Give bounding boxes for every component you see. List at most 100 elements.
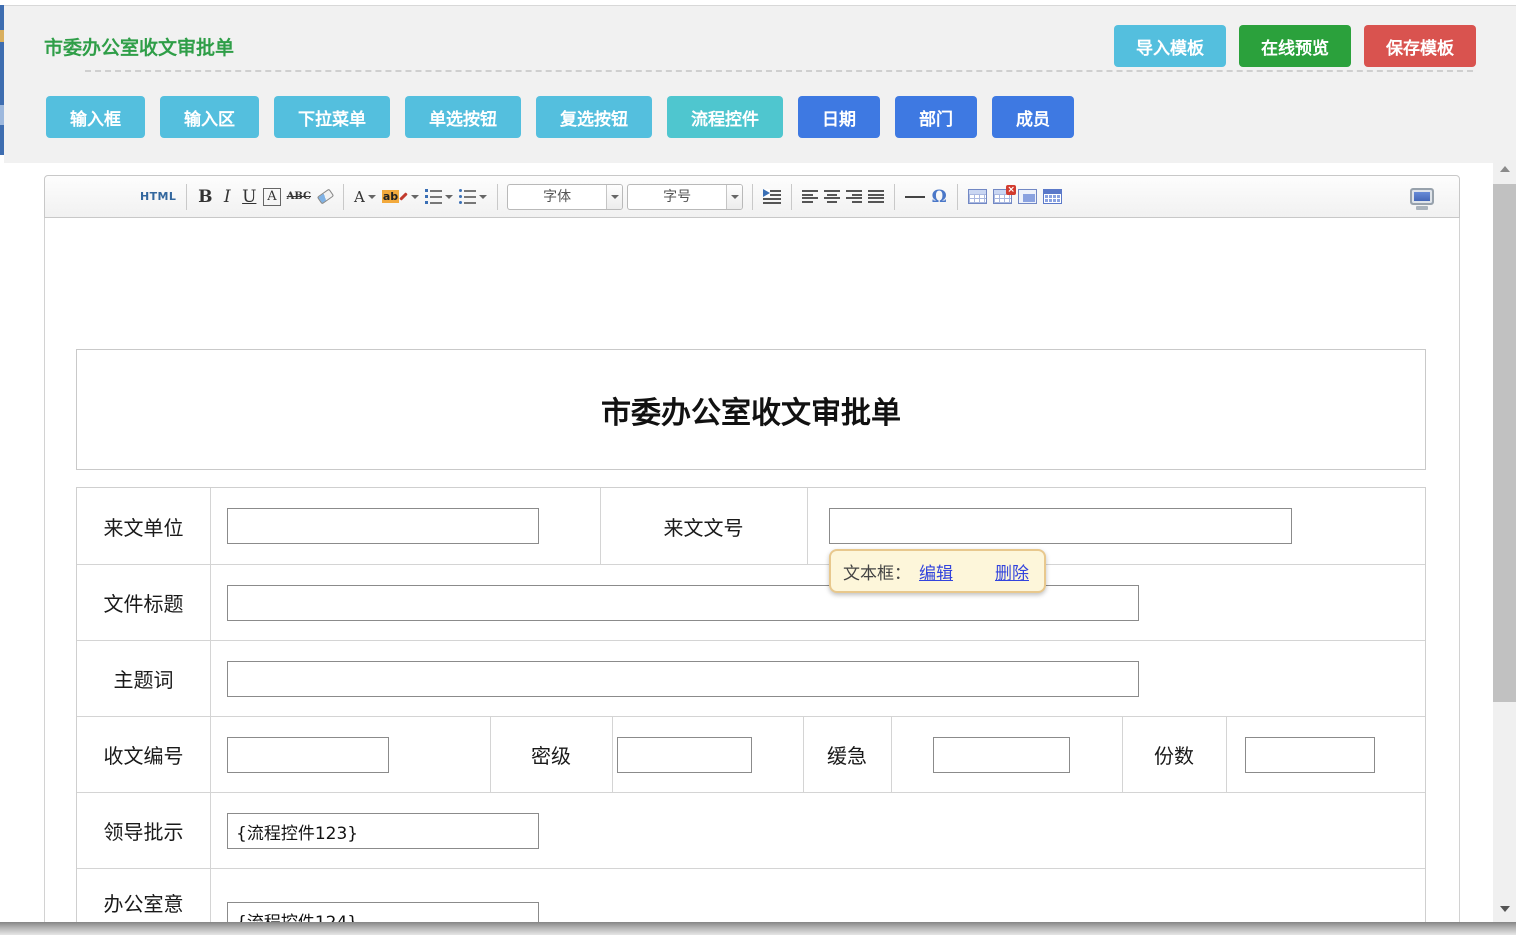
tooltip-delete-link[interactable]: 删除: [995, 559, 1029, 584]
html-source-button[interactable]: HTML: [137, 183, 179, 211]
component-button-department[interactable]: 部门: [895, 96, 977, 138]
cell-label: 缓急: [803, 717, 891, 792]
component-button-checkbox[interactable]: 复选按钮: [536, 96, 652, 138]
indent-button[interactable]: [760, 183, 784, 211]
cell-label: 来文单位: [77, 488, 210, 564]
header-actions: 导入模板 在线预览 保存模板: [1114, 25, 1476, 67]
toolbar-separator: [894, 184, 895, 210]
vertical-scrollbar[interactable]: [1493, 160, 1516, 922]
copies-count-input[interactable]: [1245, 737, 1375, 773]
cell-label: 份数: [1122, 717, 1226, 792]
insert-table-button[interactable]: [965, 183, 990, 211]
table-layout-button[interactable]: [1015, 183, 1040, 211]
chevron-down-icon: [445, 195, 453, 199]
component-button-input-area[interactable]: 输入区: [160, 96, 259, 138]
window-edge-strip: [0, 5, 4, 155]
source-unit-input[interactable]: [227, 508, 539, 544]
toolbar-separator: [497, 184, 498, 210]
special-char-button[interactable]: Ω: [928, 183, 950, 211]
cell-label: 收文编号: [77, 717, 210, 792]
source-doc-number-input[interactable]: [829, 508, 1292, 544]
fullscreen-button[interactable]: [1407, 183, 1441, 211]
scrollbar-thumb[interactable]: [1493, 184, 1516, 702]
italic-button[interactable]: I: [216, 183, 238, 211]
receipt-number-input[interactable]: [227, 737, 389, 773]
unordered-list-icon: [459, 186, 476, 208]
strikethrough-button[interactable]: ABC: [284, 183, 314, 211]
scroll-down-arrow-icon[interactable]: [1500, 906, 1510, 912]
table-row: 文件标题: [77, 564, 1425, 640]
table-icon: [968, 189, 987, 204]
toolbar-separator: [343, 184, 344, 210]
urgency-input[interactable]: [933, 737, 1070, 773]
align-left-button[interactable]: [799, 183, 821, 211]
edge-strip-notch: [0, 105, 4, 125]
secrecy-level-input[interactable]: [617, 737, 752, 773]
font-size-select[interactable]: 字号: [627, 184, 743, 210]
font-family-select[interactable]: 字体: [507, 184, 623, 210]
chevron-down-icon: [368, 195, 376, 199]
table-full-button[interactable]: [1040, 183, 1065, 211]
align-center-icon: [824, 190, 840, 203]
online-preview-button[interactable]: 在线预览: [1239, 25, 1351, 67]
cell-label: 来文文号: [600, 488, 807, 564]
component-button-input-box[interactable]: 输入框: [46, 96, 145, 138]
dashed-divider: [85, 70, 1473, 72]
align-center-button[interactable]: [821, 183, 843, 211]
toolbar-separator: [957, 184, 958, 210]
align-right-icon: [846, 190, 862, 203]
chevron-down-icon: [479, 195, 487, 199]
tooltip-edit-link[interactable]: 编辑: [919, 559, 953, 584]
component-button-radio[interactable]: 单选按钮: [405, 96, 521, 138]
editor-toolbar: HTML B I U A ABC A ab 字体: [44, 175, 1460, 218]
delete-table-button[interactable]: [990, 183, 1015, 211]
horizontal-rule-button[interactable]: [902, 183, 928, 211]
font-color-button[interactable]: A: [351, 183, 379, 211]
component-toolbar: 输入框 输入区 下拉菜单 单选按钮 复选按钮 流程控件 日期 部门 成员: [46, 96, 1074, 138]
remove-format-button[interactable]: [314, 183, 336, 211]
tooltip-label: 文本框：: [843, 559, 911, 584]
align-right-button[interactable]: [843, 183, 865, 211]
scroll-up-arrow-icon[interactable]: [1500, 166, 1510, 172]
form-title: 市委办公室收文审批单: [601, 388, 901, 432]
leader-instructions-input[interactable]: [227, 813, 539, 849]
component-button-member[interactable]: 成员: [992, 96, 1074, 138]
edge-strip-notch: [0, 30, 4, 42]
highlight-color-button[interactable]: ab: [379, 183, 422, 211]
form-title-box: 市委办公室收文审批单: [76, 349, 1426, 470]
cell-label: 主题词: [77, 641, 210, 716]
dense-table-icon: [1043, 189, 1062, 204]
table-row: 收文编号 密级 缓急 份数: [77, 716, 1425, 792]
indent-icon: [763, 190, 781, 204]
align-left-icon: [802, 190, 818, 203]
control-tooltip: 文本框： 编辑 删除: [829, 549, 1046, 593]
chevron-down-icon: [411, 195, 419, 199]
table-layout-icon: [1018, 189, 1037, 204]
editor-document[interactable]: 市委办公室收文审批单 来文单位 来文文号 文件标题: [44, 218, 1460, 922]
toolbar-separator: [186, 184, 187, 210]
component-button-flow-control[interactable]: 流程控件: [667, 96, 783, 138]
table-row: 主题词: [77, 640, 1425, 716]
cell-label: 密级: [490, 717, 612, 792]
toolbar-separator: [791, 184, 792, 210]
component-button-dropdown[interactable]: 下拉菜单: [274, 96, 390, 138]
header: 市委办公室收文审批单 导入模板 在线预览 保存模板 输入框 输入区 下拉菜单 单…: [4, 5, 1516, 163]
delete-table-icon: [993, 189, 1012, 204]
unordered-list-button[interactable]: [456, 183, 490, 211]
horizontal-rule-icon: [905, 196, 925, 198]
form-table: 来文单位 来文文号 文件标题 主题词: [76, 487, 1426, 935]
save-template-button[interactable]: 保存模板: [1364, 25, 1476, 67]
chevron-down-icon: [606, 185, 622, 209]
bold-button[interactable]: B: [194, 183, 216, 211]
ordered-list-button[interactable]: [422, 183, 456, 211]
table-row: 领导批示: [77, 792, 1425, 868]
subject-words-input[interactable]: [227, 661, 1139, 697]
component-button-date[interactable]: 日期: [798, 96, 880, 138]
char-border-button[interactable]: A: [260, 183, 283, 211]
import-template-button[interactable]: 导入模板: [1114, 25, 1226, 67]
pen-icon: [399, 192, 407, 200]
cell-label: 文件标题: [77, 565, 210, 640]
window-bottom-edge: [0, 922, 1516, 935]
underline-button[interactable]: U: [238, 183, 260, 211]
align-justify-button[interactable]: [865, 183, 887, 211]
